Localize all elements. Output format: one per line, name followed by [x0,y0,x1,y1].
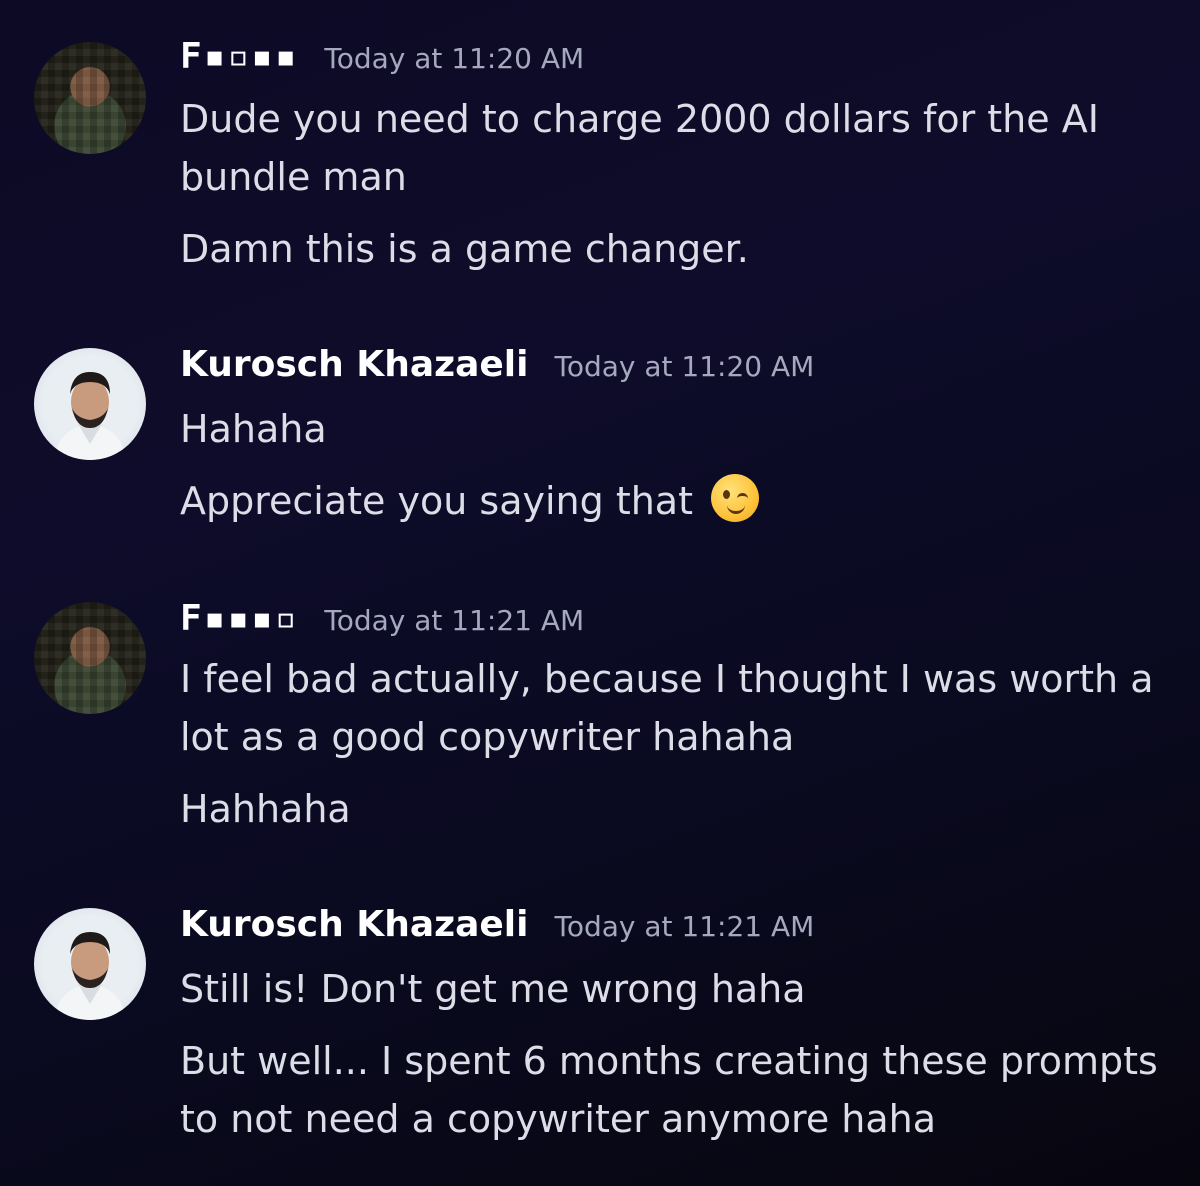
message-line: Appreciate you saying that [180,472,1160,530]
message-text: Damn this is a game changer. [180,227,749,271]
profile-photo [54,372,126,460]
message-text: I feel bad actually, because I thought I… [180,657,1154,701]
username[interactable]: Kurosch Khazaeli [180,904,528,945]
winking-face-emoji-icon [711,474,760,522]
avatar[interactable] [34,42,146,154]
message-text: bundle man [180,155,407,199]
username[interactable]: F▪▫▪▪ [180,36,298,77]
message-header: Kurosch Khazaeli Today at 11:21 AM [180,904,814,945]
timestamp: Today at 11:20 AM [554,350,815,383]
avatar[interactable] [34,602,146,714]
message-text: lot as a good copywriter hahaha [180,715,795,759]
timestamp: Today at 11:21 AM [554,910,815,943]
timestamp: Today at 11:20 AM [324,42,585,75]
message-header: F▪▫▪▪ Today at 11:20 AM [180,36,584,77]
profile-photo [54,932,126,1020]
message-text: But well... I spent 6 months creating th… [180,1039,1158,1083]
message-text: Hahaha [180,407,327,451]
username[interactable]: F▪▪▪▫ [180,598,298,639]
timestamp: Today at 11:21 AM [324,604,585,637]
message-text: Hahhaha [180,787,351,831]
message-text: Appreciate you saying that [180,479,693,523]
message-header: Kurosch Khazaeli Today at 11:20 AM [180,344,814,385]
message-header: F▪▪▪▫ Today at 11:21 AM [180,598,584,639]
username[interactable]: Kurosch Khazaeli [180,344,528,385]
avatar[interactable] [34,348,146,460]
message-text: to not need a copywriter anymore haha [180,1097,937,1141]
avatar[interactable] [34,908,146,1020]
message-text: Still is! Don't get me wrong haha [180,967,806,1011]
message-text: Dude you need to charge 2000 dollars for… [180,97,1099,141]
